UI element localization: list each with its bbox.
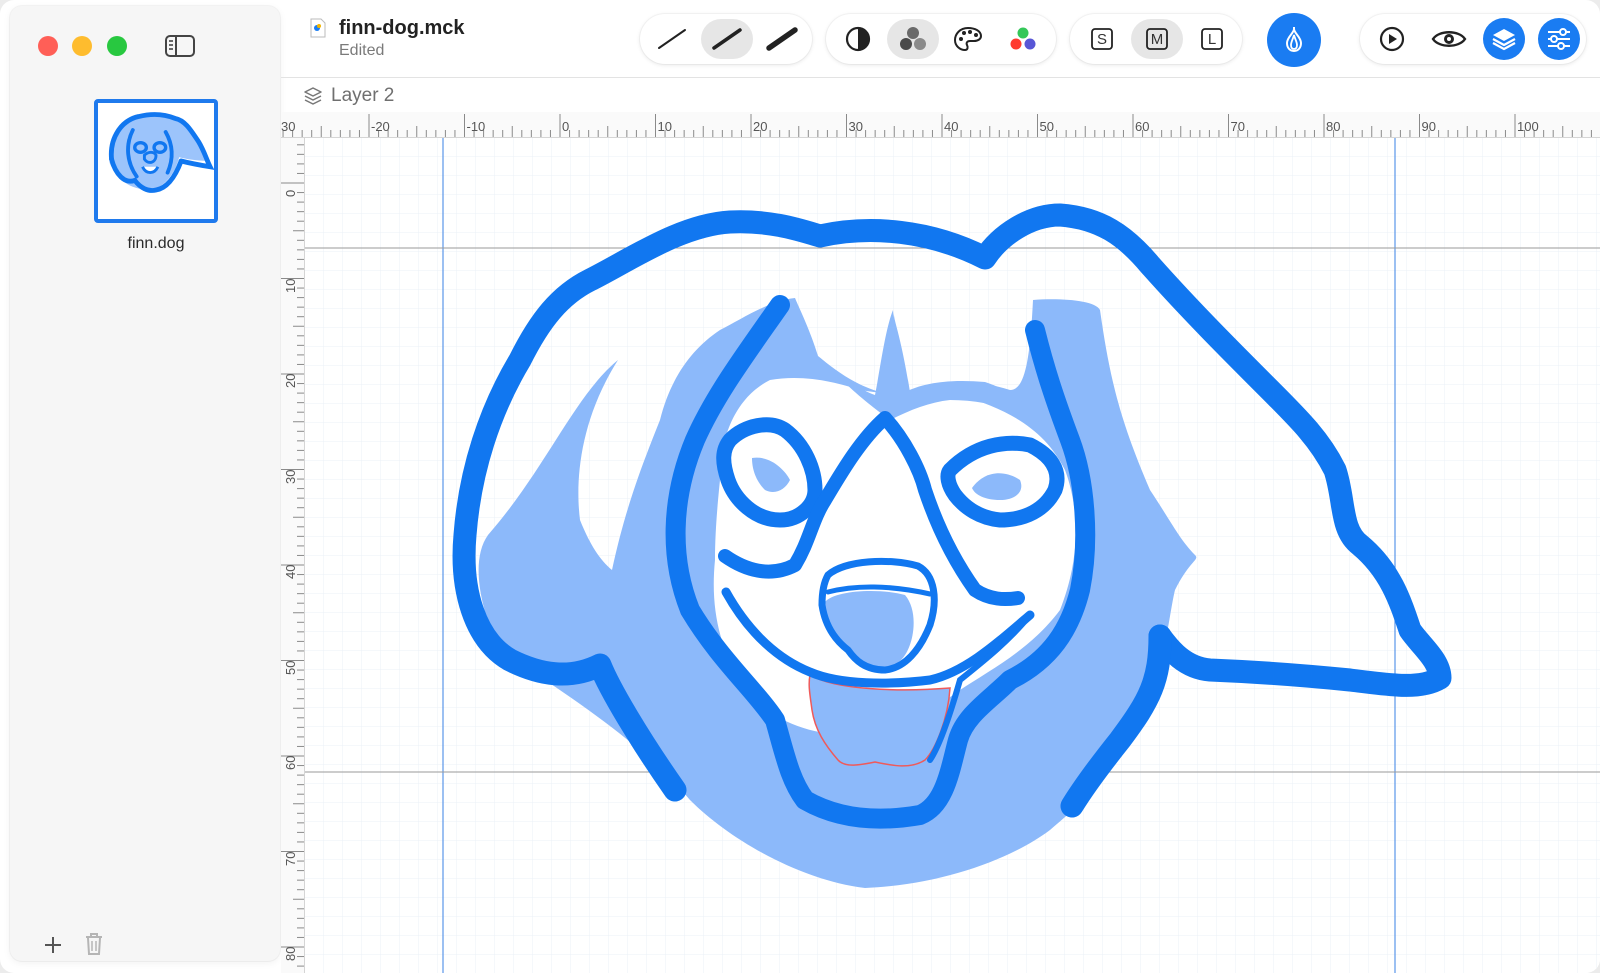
layer-stack-icon <box>303 86 323 106</box>
brush-size-group: S M L <box>1070 14 1242 64</box>
vertical-ruler-label: 0 <box>283 189 298 197</box>
size-large-button[interactable]: L <box>1186 19 1238 59</box>
drawing-canvas[interactable] <box>305 138 1600 973</box>
horizontal-ruler-label: 90 <box>1421 119 1436 134</box>
document-file-icon <box>310 18 326 38</box>
horizontal-ruler-label: -20 <box>371 119 390 134</box>
color-tools-group <box>826 14 1056 64</box>
horizontal-ruler-label: 80 <box>1326 119 1341 134</box>
size-small-button[interactable]: S <box>1076 19 1128 59</box>
sliders-icon <box>1548 28 1570 50</box>
horizontal-ruler-label: -10 <box>466 119 486 134</box>
add-document-icon[interactable] <box>42 934 64 956</box>
vertical-ruler-label: 80 <box>283 946 298 961</box>
toolbar-divider <box>281 77 1600 78</box>
layers-icon <box>1492 29 1516 51</box>
minimize-window-button[interactable] <box>72 36 92 56</box>
color-dots-icon <box>1010 27 1036 50</box>
view-tools-group <box>1360 14 1586 64</box>
horizontal-ruler-label: 0 <box>562 119 570 134</box>
blend-icon <box>900 27 926 50</box>
horizontal-ruler-label: 10 <box>657 119 672 134</box>
document-title: finn-dog.mck <box>339 17 465 39</box>
medium-stroke-button[interactable] <box>701 19 753 59</box>
vertical-ruler-label: 60 <box>283 755 298 770</box>
contrast-icon <box>845 26 871 52</box>
dog-thumbnail-image <box>109 112 214 193</box>
onion-skin-button[interactable] <box>1267 13 1321 67</box>
vertical-ruler-ticks <box>281 144 304 967</box>
thin-stroke-button[interactable] <box>646 19 698 59</box>
horizontal-ruler-label: 40 <box>944 119 959 134</box>
preview-button[interactable] <box>1423 19 1475 59</box>
play-button[interactable] <box>1366 19 1418 59</box>
onion-skin-icon <box>1285 27 1303 53</box>
layers-button[interactable] <box>1483 18 1525 60</box>
thumbnail-label: finn.dog <box>127 235 185 252</box>
contrast-button[interactable] <box>832 19 884 59</box>
blend-button[interactable] <box>887 19 939 59</box>
horizontal-ruler-label: 100 <box>1517 119 1539 134</box>
stroke-width-group <box>640 14 812 64</box>
document-status: Edited <box>339 42 385 59</box>
horizontal-ruler-label: 20 <box>753 119 768 134</box>
vertical-ruler-label: 20 <box>283 373 298 388</box>
color-dots-button[interactable] <box>997 19 1049 59</box>
eye-icon <box>1431 31 1467 47</box>
document-thumbnail[interactable] <box>94 99 218 223</box>
app-window: finn.dog finn-dog.mck Edited S M L Layer… <box>0 0 1600 973</box>
vertical-ruler-label: 50 <box>283 660 298 675</box>
horizontal-ruler-label: 60 <box>1135 119 1150 134</box>
horizontal-ruler-label: 70 <box>1230 119 1245 134</box>
vertical-ruler[interactable]: 0 10 20 30 40 50 60 70 80 <box>281 138 305 973</box>
adjustments-button[interactable] <box>1538 18 1580 60</box>
sidebar: finn.dog <box>10 6 280 961</box>
layer-bar[interactable]: Layer 2 <box>281 79 1600 111</box>
horizontal-ruler-label: 30 <box>281 119 296 134</box>
sidebar-toggle-icon[interactable] <box>164 34 196 58</box>
close-window-button[interactable] <box>38 36 58 56</box>
palette-button[interactable] <box>942 19 994 59</box>
horizontal-ruler[interactable]: 30 -20 -10 0 10 20 30 40 50 60 70 80 90 100 <box>281 112 1600 138</box>
play-icon <box>1379 26 1405 52</box>
canvas-svg <box>305 138 1600 973</box>
horizontal-ruler-label: 50 <box>1039 119 1054 134</box>
vertical-ruler-label: 70 <box>283 851 298 866</box>
palette-icon <box>953 26 983 52</box>
layer-name: Layer 2 <box>331 85 395 106</box>
vertical-ruler-label: 40 <box>283 564 298 579</box>
horizontal-ruler-label: 30 <box>848 119 863 134</box>
vertical-ruler-label: 30 <box>283 469 298 484</box>
thick-stroke-button[interactable] <box>756 19 808 59</box>
trash-icon[interactable] <box>84 932 104 956</box>
vertical-ruler-label: 10 <box>283 278 298 293</box>
size-medium-button[interactable]: M <box>1131 19 1183 59</box>
zoom-window-button[interactable] <box>107 36 127 56</box>
